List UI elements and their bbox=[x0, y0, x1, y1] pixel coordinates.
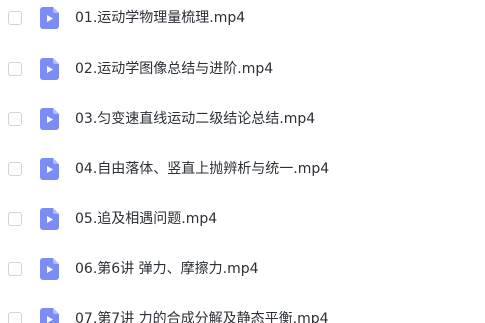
file-row-06[interactable]: 06.第6讲 弹力、摩擦力.mp4 bbox=[0, 255, 485, 285]
video-file-icon bbox=[40, 308, 59, 323]
video-file-icon bbox=[40, 208, 59, 230]
select-checkbox[interactable] bbox=[8, 11, 22, 25]
select-checkbox[interactable] bbox=[8, 312, 22, 323]
video-file-icon bbox=[40, 108, 59, 130]
file-row-03[interactable]: 03.匀变速直线运动二级结论总结.mp4 bbox=[0, 105, 485, 135]
select-checkbox[interactable] bbox=[8, 162, 22, 176]
video-file-icon bbox=[40, 158, 59, 180]
file-name: 02.运动学图像总结与进阶.mp4 bbox=[75, 61, 274, 77]
file-name: 06.第6讲 弹力、摩擦力.mp4 bbox=[75, 261, 259, 277]
select-checkbox[interactable] bbox=[8, 62, 22, 76]
file-row-05[interactable]: 05.追及相遇问题.mp4 bbox=[0, 205, 485, 235]
file-name: 01.运动学物理量梳理.mp4 bbox=[75, 10, 246, 26]
file-list: 01.运动学物理量梳理.mp4 02.运动学图像总结与进阶.mp4 03.匀变速… bbox=[0, 0, 485, 323]
select-checkbox[interactable] bbox=[8, 262, 22, 276]
file-row-04[interactable]: 04.自由落体、竖直上抛辨析与统一.mp4 bbox=[0, 155, 485, 185]
file-name: 07.第7讲 力的合成分解及静态平衡.mp4 bbox=[75, 311, 329, 323]
file-name: 04.自由落体、竖直上抛辨析与统一.mp4 bbox=[75, 161, 330, 177]
select-checkbox[interactable] bbox=[8, 212, 22, 226]
file-name: 03.匀变速直线运动二级结论总结.mp4 bbox=[75, 111, 316, 127]
video-file-icon bbox=[40, 258, 59, 280]
file-row-02[interactable]: 02.运动学图像总结与进阶.mp4 bbox=[0, 55, 485, 85]
select-checkbox[interactable] bbox=[8, 112, 22, 126]
video-file-icon bbox=[40, 58, 59, 80]
file-row-07[interactable]: 07.第7讲 力的合成分解及静态平衡.mp4 bbox=[0, 305, 485, 323]
file-name: 05.追及相遇问题.mp4 bbox=[75, 211, 218, 227]
video-file-icon bbox=[40, 7, 59, 29]
file-row-01[interactable]: 01.运动学物理量梳理.mp4 bbox=[0, 4, 485, 34]
